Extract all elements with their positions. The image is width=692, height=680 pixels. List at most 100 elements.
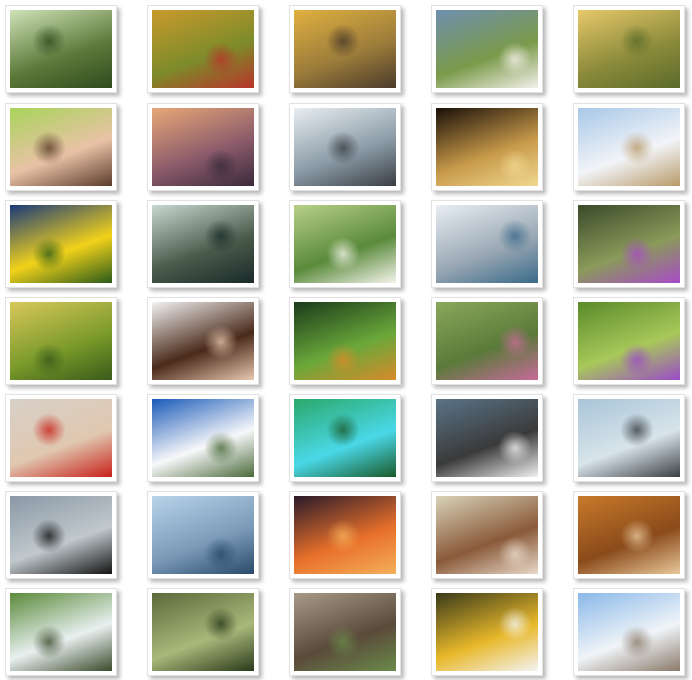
photo-subject-highlight (326, 519, 360, 553)
photo-image (578, 10, 680, 88)
photo-image (10, 10, 112, 88)
photo-subject-highlight (32, 24, 66, 58)
photo-subject-highlight (326, 343, 360, 377)
photo-subject-highlight (620, 131, 654, 165)
photo-image (152, 205, 254, 283)
photo-subject-highlight (620, 413, 654, 447)
photo-thumbnail-butterfly-clover[interactable] (289, 297, 401, 385)
photo-thumbnail-willow-branches[interactable] (5, 5, 117, 93)
photo-subject-highlight (498, 149, 532, 183)
photo-thumbnail-yellow-flower-bee[interactable] (5, 200, 117, 288)
photo-image (294, 496, 396, 574)
photo-thumbnail-girl-winter-forest[interactable] (431, 200, 543, 288)
photo-thumbnail-bird-on-tree-stump[interactable] (573, 5, 685, 93)
photo-image (436, 10, 538, 88)
photo-subject-highlight (32, 237, 66, 271)
photo-thumbnail-forest-reflection[interactable] (147, 200, 259, 288)
photo-subject-highlight (620, 519, 654, 553)
photo-image (294, 108, 396, 186)
photo-image (152, 496, 254, 574)
photo-thumbnail-blossom-branch[interactable] (289, 200, 401, 288)
photo-subject-highlight (204, 431, 238, 465)
photo-subject-highlight (204, 42, 238, 76)
photo-thumbnail-teddy-bear-snow[interactable] (573, 103, 685, 191)
photo-thumbnail-bird-on-branch[interactable] (289, 5, 401, 93)
photo-thumbnail-reeds-water[interactable] (147, 588, 259, 676)
photo-image (436, 302, 538, 380)
photo-image (436, 205, 538, 283)
photo-thumbnail-woman-portrait-wreath[interactable] (5, 103, 117, 191)
photo-subject-highlight (204, 149, 238, 183)
photo-image (294, 205, 396, 283)
photo-image (152, 302, 254, 380)
photo-subject-highlight (32, 131, 66, 165)
photo-image (10, 205, 112, 283)
photo-subject-highlight (32, 343, 66, 377)
photo-image (294, 10, 396, 88)
photo-subject-highlight (498, 431, 532, 465)
photo-thumbnail-purple-thistle[interactable] (573, 200, 685, 288)
photo-thumbnail-woman-red-dress-beach[interactable] (5, 394, 117, 482)
photo-subject-highlight (326, 24, 360, 58)
photo-subject-highlight (498, 537, 532, 571)
photo-image (152, 10, 254, 88)
photo-image (578, 496, 680, 574)
photo-image (436, 496, 538, 574)
photo-subject-highlight (620, 343, 654, 377)
photo-thumbnail-girl-autumn-leaves[interactable] (573, 491, 685, 579)
photo-subject-highlight (204, 219, 238, 253)
photo-subject-highlight (204, 607, 238, 641)
photo-thumbnail-chandelier[interactable] (431, 103, 543, 191)
photo-thumbnail-sailboat-birds-sea[interactable] (147, 491, 259, 579)
photo-subject-highlight (326, 237, 360, 271)
photo-image (578, 302, 680, 380)
photo-subject-highlight (32, 413, 66, 447)
photo-subject-highlight (620, 237, 654, 271)
photo-subject-highlight (620, 24, 654, 58)
photo-subject-highlight (204, 537, 238, 571)
photo-thumbnail-turquoise-stream-moss[interactable] (289, 394, 401, 482)
photo-subject-highlight (204, 325, 238, 359)
photo-thumbnail-clouds-valley[interactable] (147, 394, 259, 482)
photo-image (10, 108, 112, 186)
photo-thumbnail-sea-of-clouds-rocks[interactable] (573, 588, 685, 676)
photo-subject-highlight (498, 219, 532, 253)
photo-image (294, 302, 396, 380)
photo-image (436, 399, 538, 477)
photo-subject-highlight (326, 625, 360, 659)
photo-thumbnail-dew-grass[interactable] (5, 297, 117, 385)
photo-image (294, 593, 396, 671)
photo-thumbnail-thistle-meadow[interactable] (431, 297, 543, 385)
photo-thumbnail-mossy-rocks-stream[interactable] (5, 588, 117, 676)
photo-image (578, 205, 680, 283)
photo-image (578, 593, 680, 671)
photo-image (10, 496, 112, 574)
photo-thumbnail-butterfly-purple-flower[interactable] (573, 297, 685, 385)
photo-subject-highlight (498, 325, 532, 359)
photo-image (10, 593, 112, 671)
photo-image (10, 399, 112, 477)
photo-thumbnail-woman-long-hair-sunlight[interactable] (431, 491, 543, 579)
photo-subject-highlight (498, 607, 532, 641)
photo-thumbnail-dry-flowers-bokeh[interactable] (147, 103, 259, 191)
photo-thumbnail-bokeh-lights[interactable] (289, 103, 401, 191)
photo-thumbnail-pebble-shore-fog[interactable] (573, 394, 685, 482)
photo-image (152, 108, 254, 186)
photo-subject-highlight (326, 413, 360, 447)
photo-image (578, 399, 680, 477)
photo-thumbnail-orange-sunset-coast[interactable] (289, 491, 401, 579)
photo-subject-highlight (32, 519, 66, 553)
photo-thumbnail-rocky-shore-woman[interactable] (431, 394, 543, 482)
photo-image (152, 593, 254, 671)
photo-thumbnail-pier-silhouettes[interactable] (5, 491, 117, 579)
photo-subject-highlight (326, 131, 360, 165)
photo-thumbnail-falling-autumn-leaves[interactable] (431, 588, 543, 676)
photo-thumbnail-tabby-cat-face[interactable] (289, 588, 401, 676)
photo-thumbnail-white-flowers-meadow[interactable] (431, 5, 543, 93)
photo-image (578, 108, 680, 186)
photo-image (10, 302, 112, 380)
photo-thumbnail-woman-plaid-blanket[interactable] (147, 5, 259, 93)
photo-image (152, 399, 254, 477)
photo-thumbnail-woman-dark-hair-ring[interactable] (147, 297, 259, 385)
photo-subject-highlight (620, 625, 654, 659)
